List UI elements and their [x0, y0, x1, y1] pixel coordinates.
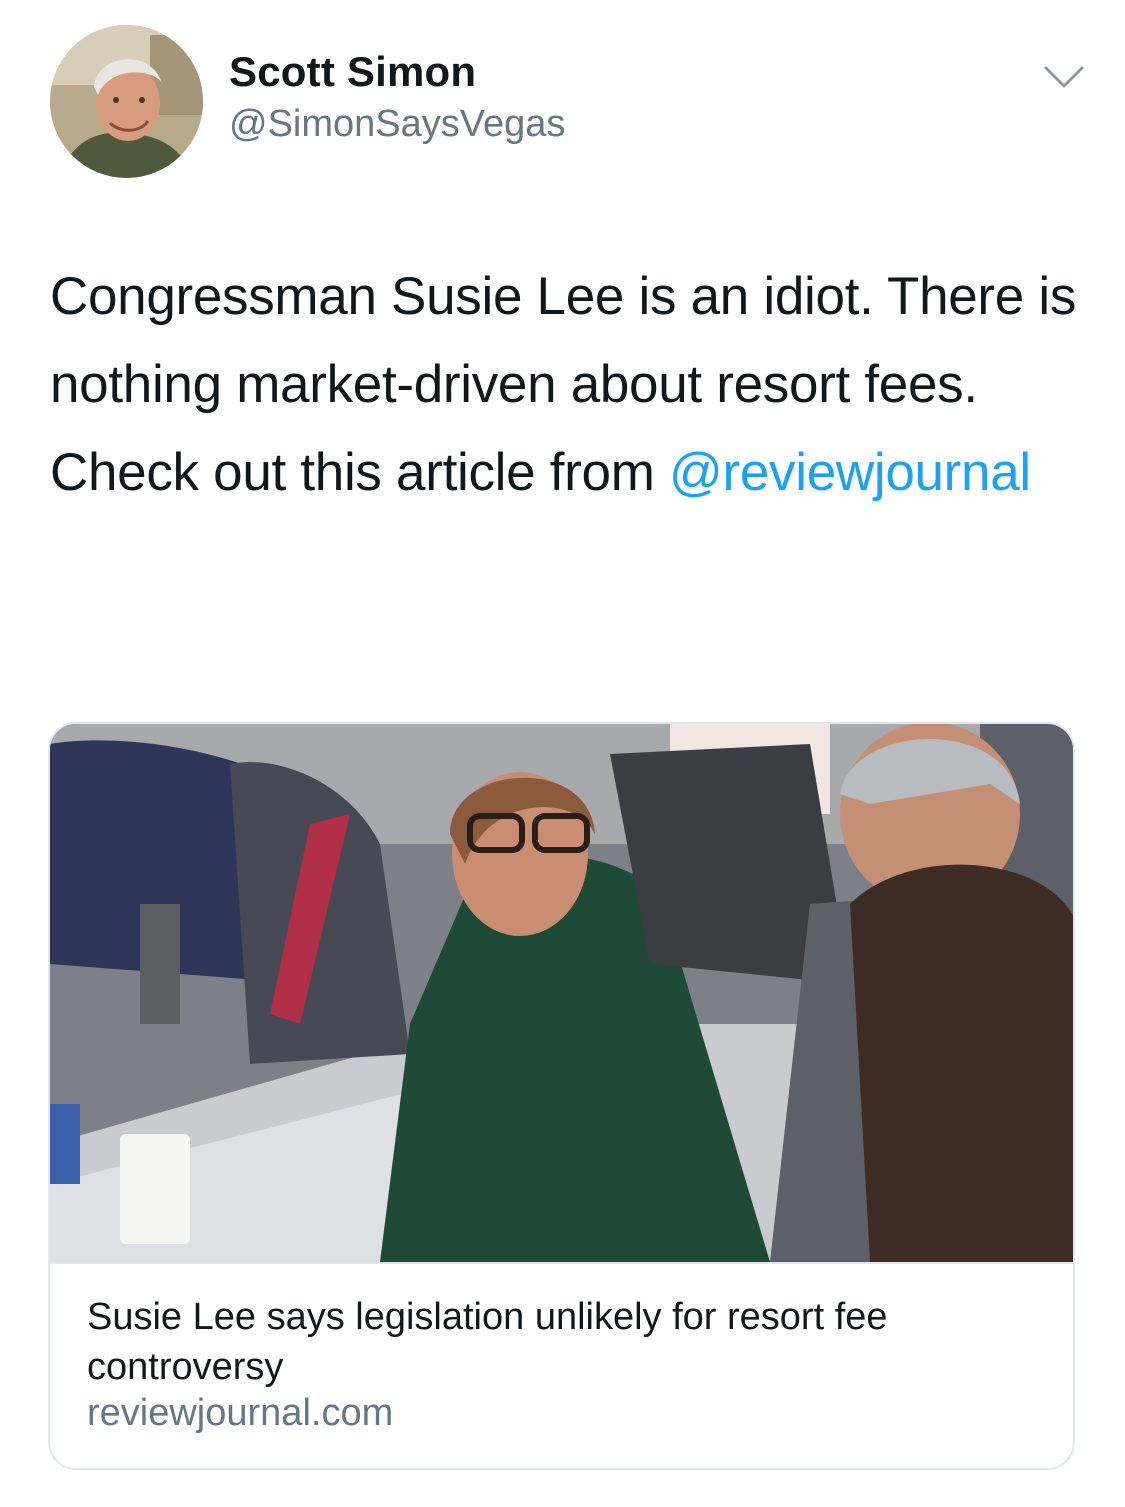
- card-image: [50, 724, 1073, 1262]
- card-title[interactable]: Susie Lee says legislation unlikely for …: [87, 1292, 1027, 1392]
- mention-link[interactable]: @reviewjournal: [669, 443, 1031, 502]
- avatar-photo: [50, 25, 203, 178]
- author-display-name[interactable]: Scott Simon: [229, 48, 476, 96]
- card-divider: [50, 1262, 1073, 1264]
- tweet: Scott Simon @SimonSaysVegas Congressman …: [0, 0, 1125, 1507]
- author-handle[interactable]: @SimonSaysVegas: [229, 103, 565, 146]
- link-preview-card[interactable]: Susie Lee says legislation unlikely for …: [48, 722, 1075, 1470]
- avatar[interactable]: [50, 25, 203, 178]
- card-domain: reviewjournal.com: [87, 1392, 394, 1434]
- chevron-down-icon[interactable]: [1042, 62, 1086, 92]
- article-photo: [50, 724, 1073, 1262]
- tweet-text: Congressman Susie Lee is an idiot. There…: [50, 253, 1090, 517]
